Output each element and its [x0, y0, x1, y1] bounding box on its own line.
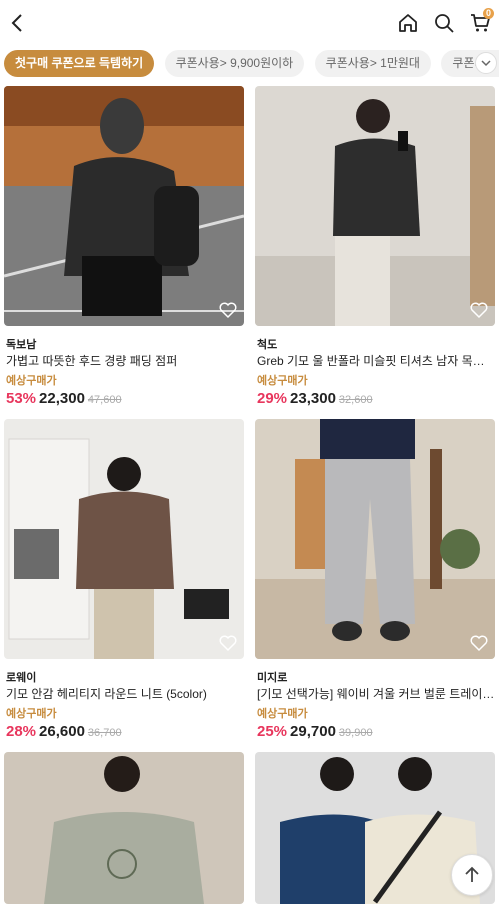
cart-count-badge: 0 — [483, 8, 494, 19]
product-image[interactable] — [4, 86, 244, 326]
back-button[interactable] — [4, 8, 30, 38]
product-name: 기모 안감 헤리티지 라운드 니트 (5color) — [6, 687, 207, 701]
search-button[interactable] — [429, 8, 459, 38]
chip-10000-range[interactable]: 쿠폰사용> 1만원대 — [314, 50, 431, 77]
sale-price: 29,700 — [290, 723, 336, 740]
product-brand: 로웨이 — [6, 672, 37, 684]
chip-first-purchase-coupon[interactable]: 첫구매 쿠폰으로 득템하기 — [4, 50, 155, 77]
product-image[interactable] — [4, 752, 244, 904]
heart-icon[interactable] — [218, 300, 238, 320]
product-name: 가볍고 따뜻한 후드 경량 패딩 점퍼 — [6, 354, 178, 368]
product-brand: 척도 — [257, 339, 278, 351]
top-bar: 0 — [0, 0, 499, 46]
price-label: 예상구매가 — [257, 708, 308, 720]
original-price: 39,900 — [338, 727, 373, 739]
product-card[interactable]: 미지로 [기모 선택가능] 웨이비 겨울 커브 벌룬 트레이닝 … 예상구매가 … — [255, 419, 495, 741]
scroll-to-top-button[interactable] — [451, 854, 493, 896]
product-name: Greb 기모 울 반폴라 미슬핏 티셔츠 남자 목티 반… — [257, 354, 495, 368]
product-brand: 미지로 — [257, 672, 288, 684]
product-name: [기모 선택가능] 웨이비 겨울 커브 벌룬 트레이닝 … — [257, 687, 495, 701]
price-label: 예상구매가 — [6, 708, 57, 720]
original-price: 36,700 — [87, 727, 122, 739]
product-card[interactable]: 척도 Greb 기모 울 반폴라 미슬핏 티셔츠 남자 목티 반… 예상구매가 … — [255, 86, 495, 408]
original-price: 47,600 — [87, 394, 122, 406]
cart-button[interactable]: 0 — [465, 8, 495, 38]
sale-price: 23,300 — [290, 390, 336, 407]
discount-rate: 53% — [6, 390, 37, 407]
arrow-up-icon — [465, 866, 479, 882]
product-image[interactable] — [4, 419, 244, 659]
heart-icon[interactable] — [218, 633, 238, 653]
price-label: 예상구매가 — [257, 375, 308, 387]
heart-icon[interactable] — [469, 633, 489, 653]
discount-rate: 28% — [6, 723, 37, 740]
home-button[interactable] — [393, 8, 423, 38]
heart-icon[interactable] — [469, 300, 489, 320]
product-image[interactable] — [255, 419, 495, 659]
sale-price: 26,600 — [39, 723, 85, 740]
discount-rate: 25% — [257, 723, 288, 740]
product-card[interactable]: 로웨이 기모 안감 헤리티지 라운드 니트 (5color) 예상구매가 28%… — [4, 419, 244, 741]
chips-expand-button[interactable] — [475, 52, 497, 74]
discount-rate: 29% — [257, 390, 288, 407]
product-image[interactable] — [255, 86, 495, 326]
sale-price: 22,300 — [39, 390, 85, 407]
filter-chip-bar: 첫구매 쿠폰으로 득템하기 쿠폰사용> 9,900원이하 쿠폰사용> 1만원대 … — [0, 50, 499, 82]
chip-under-9900[interactable]: 쿠폰사용> 9,900원이하 — [164, 50, 305, 77]
chevron-left-icon — [11, 14, 22, 32]
product-brand: 독보남 — [6, 339, 37, 351]
product-card[interactable] — [4, 752, 244, 904]
original-price: 32,600 — [338, 394, 373, 406]
chevron-down-icon — [481, 60, 491, 67]
home-icon — [399, 14, 417, 32]
search-icon — [435, 14, 454, 33]
price-label: 예상구매가 — [6, 375, 57, 387]
product-card[interactable]: 독보남 가볍고 따뜻한 후드 경량 패딩 점퍼 예상구매가 53% 22,300 4… — [4, 86, 244, 408]
